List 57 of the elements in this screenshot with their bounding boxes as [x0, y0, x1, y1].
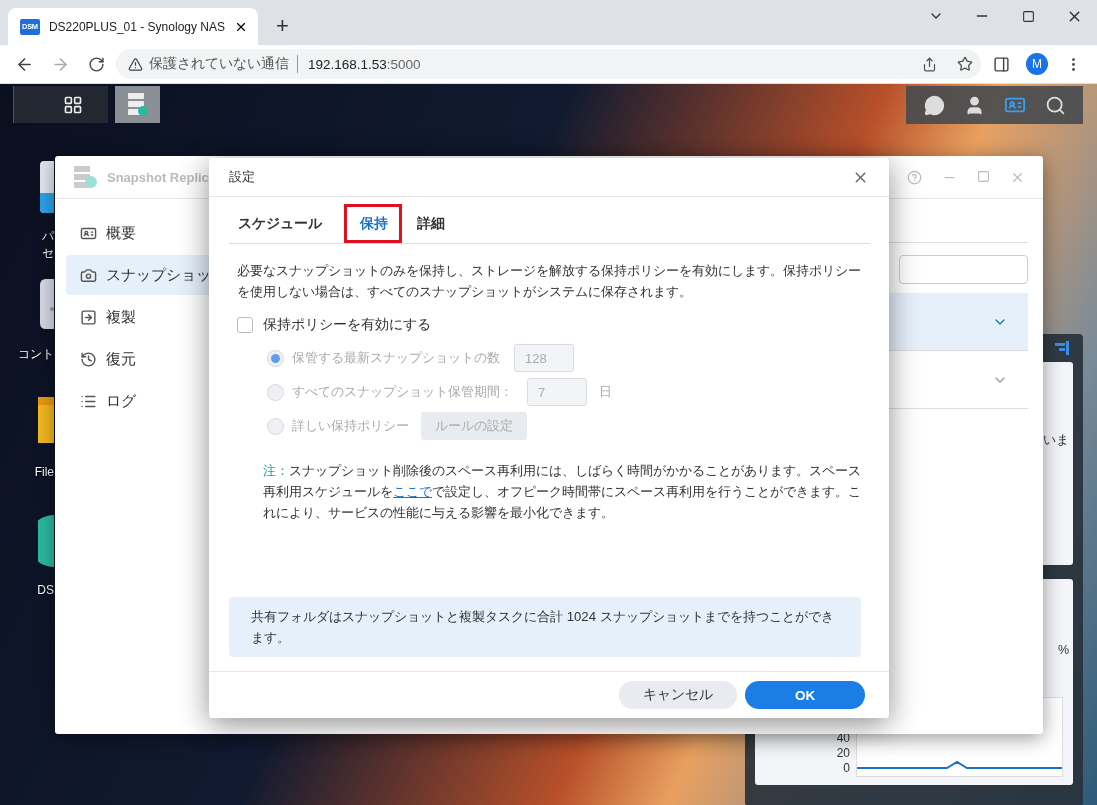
- cancel-button[interactable]: キャンセル: [619, 681, 737, 709]
- note-text: 注：スナップショット削除後のスペース再利用には、しばらく時間がかかることがあります。スペース再利用スケジュールをここでで設定し、オフピーク時間帯にスペース再利用を行うことができます。これにより、サービスの性能に与える影響を最小化できます。: [263, 462, 861, 522]
- database-icon: [126, 91, 149, 118]
- checkbox[interactable]: [237, 317, 253, 333]
- sidebar-item[interactable]: 概要: [66, 213, 221, 253]
- url-text: 192.168.1.53:5000: [308, 56, 422, 72]
- sidebar-item[interactable]: ログ: [66, 381, 221, 421]
- arrow-box-icon: [80, 308, 97, 326]
- axis-tick-label: 0: [842, 761, 850, 775]
- camera-icon: [80, 266, 97, 284]
- sort-icon[interactable]: [1055, 341, 1069, 355]
- radio-label: 詳しい保持ポリシー: [292, 417, 409, 435]
- taskbar-app-button[interactable]: [115, 86, 160, 123]
- unit-label: 日: [599, 383, 612, 401]
- maximize-icon[interactable]: [1021, 9, 1035, 23]
- desktop-icon-label: DS: [37, 583, 54, 598]
- chat-icon[interactable]: [923, 94, 945, 116]
- search-icon[interactable]: [1044, 94, 1066, 116]
- profile-avatar[interactable]: M: [1026, 53, 1048, 75]
- tab[interactable]: 詳細: [410, 204, 459, 243]
- grid-icon: [63, 94, 83, 115]
- ok-button[interactable]: OK: [745, 681, 865, 709]
- share-icon[interactable]: [922, 56, 937, 72]
- radio-label: 保管する最新スナップショットの数: [292, 349, 500, 367]
- round-app-icon: [38, 515, 54, 567]
- dialog-title: 設定: [229, 168, 255, 186]
- window-title: Snapshot Replic: [107, 169, 209, 185]
- desktop-icon-label: パ: [42, 229, 54, 244]
- info-box: 共有フォルダはスナップショットと複製タスクに合計 1024 スナップショットまでを持つことができます。: [229, 597, 861, 657]
- warning-icon: [128, 56, 143, 72]
- address-bar[interactable]: 保護されていない通信 192.168.1.53:5000: [116, 49, 981, 79]
- app-logo-icon: [73, 164, 99, 190]
- folder-icon: [38, 397, 54, 443]
- checkbox-label: 保持ポリシーを有効にする: [263, 316, 431, 334]
- side-panel-icon[interactable]: [992, 55, 1010, 73]
- tab-title: DS220PLUS_01 - Synology NAS: [48, 19, 225, 34]
- sidebar-item[interactable]: 複製: [66, 297, 221, 337]
- desktop-icon-label: File: [34, 465, 54, 480]
- desktop-icon-label: コント: [18, 347, 54, 362]
- card-text: いま: [1043, 432, 1069, 449]
- link[interactable]: ここで: [393, 484, 432, 499]
- security-label: 保護されていない通信: [149, 55, 298, 73]
- new-tab-button[interactable]: +: [270, 13, 295, 39]
- main-menu-button[interactable]: [13, 86, 108, 123]
- description-text: 必要なスナップショットのみを保持し、ストレージを解放する保持ポリシーを有効にします。保持ポリシーを使用しない場合は、すべてのスナップショットがシステムに保存されます。: [237, 262, 861, 301]
- control-panel-icon: [40, 279, 54, 329]
- tab[interactable]: スケジュール: [231, 204, 336, 243]
- radio-label: すべてのスナップショット保管期間：: [292, 383, 513, 401]
- axis-tick-label: 20: [836, 746, 850, 760]
- reload-icon[interactable]: [87, 55, 105, 73]
- percent-text: %: [1057, 643, 1069, 657]
- search-field[interactable]: [899, 255, 1028, 284]
- tab[interactable]: 保持: [344, 204, 402, 243]
- history-icon: [80, 350, 97, 368]
- desktop-icon-label: セ: [42, 246, 54, 261]
- star-icon[interactable]: [957, 56, 973, 72]
- sidebar-item[interactable]: 復元: [66, 339, 221, 379]
